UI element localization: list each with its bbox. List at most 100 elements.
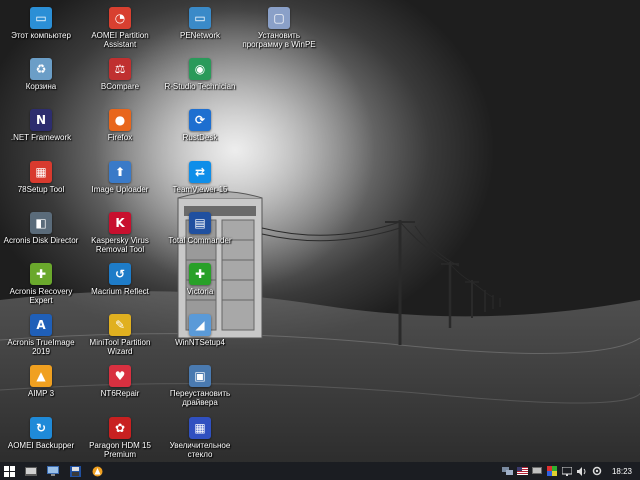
desktop-icon-label: Переустановить драйвера xyxy=(169,389,231,408)
desktop-icon-label: Image Uploader xyxy=(91,184,149,194)
tray-network[interactable] xyxy=(501,462,514,480)
desktop-icon-aomei-backupper[interactable]: ↻ AOMEI Backupper xyxy=(2,414,80,450)
minitool-icon: ✎ xyxy=(109,314,131,337)
aimp-icon: ▲ xyxy=(30,365,52,388)
desktop-icon-label: Установить программу в WinPE xyxy=(242,31,316,49)
tray-color-palette[interactable] xyxy=(546,462,559,480)
desktop-icon-rustdesk[interactable]: ⟳ RustDesk xyxy=(161,106,239,142)
desktop-icon-magnifier[interactable]: ▦ Увеличительное стекло xyxy=(161,414,239,459)
desktop-icon-label: RustDesk xyxy=(182,133,218,143)
desktop-icon-teamviewer[interactable]: ⇄ TeamViewer 15 xyxy=(161,158,239,194)
desktop-icon-firefox[interactable]: ● Firefox xyxy=(81,106,159,142)
desktop-icon-total-commander[interactable]: ▤ Total Commander xyxy=(161,209,239,245)
taskbar-total-commander-button[interactable] xyxy=(66,462,84,480)
total-commander-icon: ▤ xyxy=(189,211,211,234)
desktop-icon-partition-assistant[interactable]: ◔ AOMEI Partition Assistant xyxy=(81,4,159,49)
desktop-icon-recovery-expert[interactable]: ✚ Acronis Recovery Expert xyxy=(2,260,80,305)
desktop-icon-label: Корзина xyxy=(25,82,57,92)
color-palette-tray-icon xyxy=(547,466,558,476)
disk-director-icon: ◧ xyxy=(30,211,52,234)
display-tray-icon xyxy=(532,466,543,474)
desktop-icon-label: BCompare xyxy=(100,82,140,92)
desktop-icon-label: Acronis Disk Director xyxy=(3,235,79,245)
desktop-icon-aimp[interactable]: ▲ AIMP 3 xyxy=(2,362,80,398)
desktop-icon-label: Firefox xyxy=(107,133,133,143)
firefox-icon: ● xyxy=(109,109,131,132)
volume-icon xyxy=(576,466,586,476)
desktop-icon-paragon[interactable]: ✿ Paragon HDM 15 Premium xyxy=(81,414,159,459)
teamviewer-icon: ⇄ xyxy=(189,160,211,183)
setup-tool-icon: ▦ xyxy=(30,160,52,183)
desktop-icon-label: .NET Framework xyxy=(10,133,72,143)
desktop-icon-install-program[interactable]: ▢ Установить программу в WinPE xyxy=(240,4,318,49)
desktop-icon-trueimage[interactable]: A Acronis TrueImage 2019 xyxy=(2,311,80,356)
desktop-icon-minitool[interactable]: ✎ MiniTool Partition Wizard xyxy=(81,311,159,356)
desktop-icon-setup-tool[interactable]: ▦ 78Setup Tool xyxy=(2,158,80,194)
network-tray-icon xyxy=(501,466,513,475)
start-button[interactable] xyxy=(0,462,18,480)
total-commander-icon xyxy=(69,465,81,477)
penetwork-icon: ▭ xyxy=(189,7,211,29)
screen-tray-icon xyxy=(562,466,573,476)
kaspersky-icon: K xyxy=(109,211,131,234)
trueimage-icon: A xyxy=(30,314,52,337)
network-monitor-icon xyxy=(47,466,59,476)
desktop-icon-label: TeamViewer 15 xyxy=(172,184,228,194)
taskbar-clock[interactable]: 18:23 xyxy=(612,467,632,476)
magnifier-icon: ▦ xyxy=(189,416,211,439)
desktop-icon-label: 78Setup Tool xyxy=(17,184,65,194)
desktop-icon-rstudio[interactable]: ◉ R-Studio Technician xyxy=(161,55,239,91)
taskbar-network-monitor-button[interactable] xyxy=(44,462,62,480)
tray-settings[interactable] xyxy=(591,462,604,480)
desktop-icon-recycle-bin[interactable]: ♻ Корзина xyxy=(2,55,80,91)
macrium-icon: ↺ xyxy=(109,263,131,285)
taskbar-explorer-button[interactable] xyxy=(22,462,40,480)
tray-language[interactable] xyxy=(516,462,529,480)
desktop-icon-macrium[interactable]: ↺ Macrium Reflect xyxy=(81,260,159,296)
rustdesk-icon: ⟳ xyxy=(189,109,211,132)
computer-icon: ▭ xyxy=(30,7,52,29)
desktop-icon-bcompare[interactable]: ⚖ BCompare xyxy=(81,55,159,91)
desktop-icon-label: Macrium Reflect xyxy=(91,287,149,296)
desktop-icon-label: Victoria xyxy=(186,287,214,296)
tray-display[interactable] xyxy=(531,462,544,480)
paragon-icon: ✿ xyxy=(109,416,131,439)
desktop-icon-label: Acronis TrueImage 2019 xyxy=(7,338,75,357)
aomei-backupper-icon: ↻ xyxy=(30,416,52,439)
desktop-icon-label: AOMEI Partition Assistant xyxy=(91,31,149,49)
desktop-icon-winntsetup[interactable]: ◢ WinNTSetup4 xyxy=(161,311,239,347)
dotnet-icon: N xyxy=(30,109,52,132)
desktop-icon-label: Paragon HDM 15 Premium xyxy=(89,440,151,459)
aimp-icon xyxy=(92,466,102,476)
victoria-icon: ✚ xyxy=(189,263,211,285)
desktop-icon-victoria[interactable]: ✚ Victoria xyxy=(161,260,239,296)
desktop-icon-label: MiniTool Partition Wizard xyxy=(89,338,151,357)
desktop-icon-label: Этот компьютер xyxy=(11,31,71,40)
desktop-icon-label: Total Commander xyxy=(168,235,232,245)
desktop: ▭ Этот компьютер ♻ Корзина N .NET Framework ▦ 7… xyxy=(0,0,640,462)
install-program-icon: ▢ xyxy=(268,7,290,29)
desktop-icon-penetwork[interactable]: ▭ PENetwork xyxy=(161,4,239,40)
desktop-icon-label: NT6Repair xyxy=(100,389,140,399)
start-icon xyxy=(3,465,15,477)
recycle-bin-icon: ♻ xyxy=(30,58,52,81)
desktop-icon-disk-director[interactable]: ◧ Acronis Disk Director xyxy=(2,209,80,245)
desktop-icon-nt6repair[interactable]: ♥ NT6Repair xyxy=(81,362,159,398)
desktop-icon-kaspersky[interactable]: K Kaspersky Virus Removal Tool xyxy=(81,209,159,254)
desktop-icon-label: AOMEI Backupper xyxy=(7,440,75,450)
taskbar: 18:23 xyxy=(0,462,640,480)
explorer-icon xyxy=(25,467,37,476)
taskbar-aimp-button[interactable] xyxy=(88,462,106,480)
tray-screen[interactable] xyxy=(561,462,574,480)
language-flag-icon xyxy=(516,467,528,475)
desktop-icon-computer[interactable]: ▭ Этот компьютер xyxy=(2,4,80,40)
tray-volume[interactable] xyxy=(576,462,589,480)
desktop-icon-label: Kaspersky Virus Removal Tool xyxy=(91,235,149,254)
desktop-icon-dotnet[interactable]: N .NET Framework xyxy=(2,106,80,142)
rstudio-icon: ◉ xyxy=(189,58,211,81)
desktop-icon-reinstall-drivers[interactable]: ▣ Переустановить драйвера xyxy=(161,362,239,407)
desktop-icon-image-uploader[interactable]: ⬆ Image Uploader xyxy=(81,158,159,194)
desktop-icon-label: R-Studio Technician xyxy=(164,82,236,92)
bcompare-icon: ⚖ xyxy=(109,58,131,81)
nt6repair-icon: ♥ xyxy=(109,365,131,388)
